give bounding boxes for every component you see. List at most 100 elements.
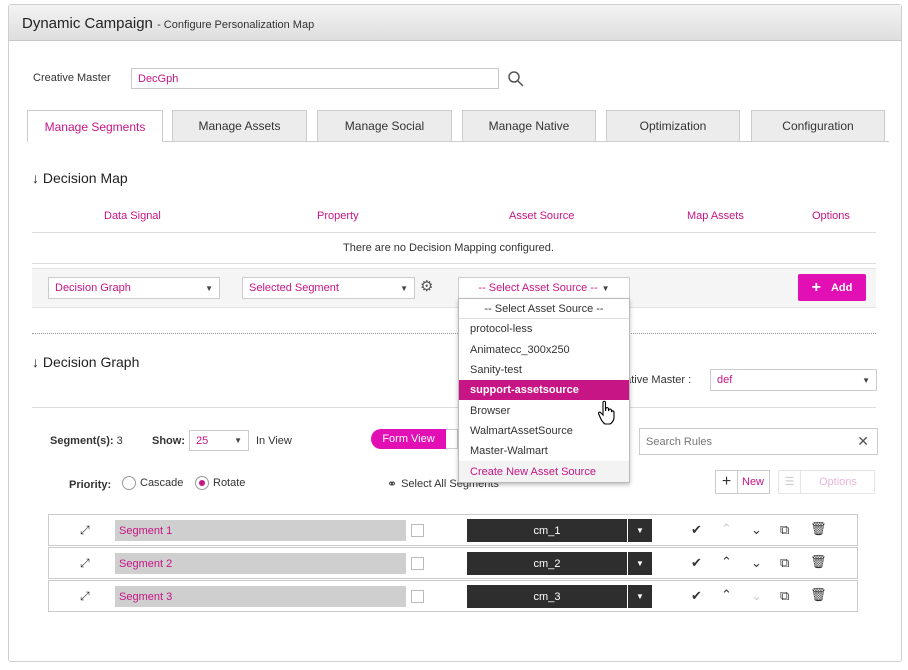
segment-checkbox[interactable] xyxy=(411,524,424,537)
copy-icon[interactable]: ⧉ xyxy=(780,522,789,538)
table-row: ⤢ Segment 3 cm_3 ▼ ✔ ⌃ ⌄ ⧉ 🗑 xyxy=(48,580,858,612)
cm-select[interactable]: cm_2 xyxy=(467,552,627,575)
chevron-down-icon[interactable]: ⌄ xyxy=(751,522,762,538)
decision-graph-heading: ↓ Decision Graph xyxy=(32,354,139,370)
data-signal-value: Decision Graph xyxy=(55,282,131,294)
check-icon[interactable]: ✔ xyxy=(691,522,702,538)
cascade-radio[interactable] xyxy=(122,476,136,490)
page-title: Dynamic Campaign - Configure Personaliza… xyxy=(22,15,314,32)
segments-label: Segment(s): xyxy=(50,435,114,447)
segment-checkbox[interactable] xyxy=(411,557,424,570)
dropdown-option[interactable]: Master-Walmart xyxy=(459,441,629,461)
segment-name-field[interactable]: Segment 2 xyxy=(115,553,406,574)
trash-icon[interactable]: 🗑 xyxy=(810,554,827,570)
cm-select[interactable]: cm_1 xyxy=(467,519,627,542)
check-icon[interactable]: ✔ xyxy=(691,555,702,571)
divider xyxy=(32,263,876,264)
dropdown-option[interactable]: protocol-less xyxy=(459,319,629,339)
arrow-down-icon: ↓ xyxy=(32,354,39,370)
rotate-radio[interactable] xyxy=(195,476,209,490)
copy-icon[interactable]: ⧉ xyxy=(780,555,789,571)
cascade-radio-group[interactable]: Cascade xyxy=(122,476,183,490)
plus-icon: + xyxy=(811,278,821,296)
tab-manage-segments[interactable]: Manage Segments xyxy=(27,110,163,142)
cm-select[interactable]: cm_3 xyxy=(467,585,627,608)
create-asset-source-option[interactable]: Create New Asset Source xyxy=(459,461,629,482)
segments-count-label: Segment(s): 3 xyxy=(50,435,123,447)
trash-icon[interactable]: 🗑 xyxy=(810,587,827,603)
search-rules-input[interactable] xyxy=(646,435,826,448)
tab-optimization[interactable]: Optimization xyxy=(606,110,740,141)
graph-view-button[interactable] xyxy=(446,429,458,449)
creative-master-input[interactable]: DecGph xyxy=(131,68,499,89)
column-asset-source: Asset Source xyxy=(509,210,575,222)
add-mapping-button[interactable]: + Add xyxy=(798,274,866,301)
new-rule-button[interactable]: + New xyxy=(715,470,770,494)
data-signal-select[interactable]: Decision Graph ▼ xyxy=(48,277,220,299)
copy-icon[interactable]: ⧉ xyxy=(780,588,789,604)
divider xyxy=(32,407,876,408)
dropdown-option[interactable]: Sanity-test xyxy=(459,360,629,380)
show-count-value: 25 xyxy=(196,434,209,447)
graph-creative-master-select[interactable]: def ▼ xyxy=(710,369,877,391)
expand-icon[interactable]: ⤢ xyxy=(80,523,90,538)
rotate-label: Rotate xyxy=(213,477,246,489)
tab-manage-social[interactable]: Manage Social xyxy=(317,110,452,141)
tab-manage-native[interactable]: Manage Native xyxy=(462,110,596,141)
section-separator xyxy=(32,333,876,334)
chevron-up-icon[interactable]: ⌃ xyxy=(721,587,732,603)
rotate-radio-group[interactable]: Rotate xyxy=(195,476,245,490)
caret-down-icon[interactable]: ▼ xyxy=(628,585,652,608)
decision-map-title: Decision Map xyxy=(42,170,128,186)
column-data-signal: Data Signal xyxy=(104,210,161,222)
chevron-up-icon: ⌃ xyxy=(721,521,732,536)
property-select[interactable]: Selected Segment ▼ xyxy=(242,277,415,299)
close-icon[interactable]: ✕ xyxy=(857,433,869,450)
expand-icon[interactable]: ⤢ xyxy=(80,556,90,571)
caret-down-icon[interactable]: ▼ xyxy=(628,552,652,575)
asset-source-dropdown: -- Select Asset Source -- protocol-less … xyxy=(458,298,630,483)
search-rules-box[interactable]: ✕ xyxy=(639,428,878,455)
asset-source-value: -- Select Asset Source -- xyxy=(478,282,598,294)
tab-configuration[interactable]: Configuration xyxy=(751,110,885,141)
show-label: Show: xyxy=(152,435,185,447)
gear-icon[interactable]: ⚙ xyxy=(420,279,436,295)
hand-cursor-icon xyxy=(597,400,617,426)
show-count-select[interactable]: 25 ▼ xyxy=(189,430,249,451)
segment-checkbox[interactable] xyxy=(411,590,424,603)
dropdown-option[interactable]: Animatecc_300x250 xyxy=(459,340,629,360)
chevron-down-icon: ⌄ xyxy=(751,588,762,603)
chevron-up-icon[interactable]: ⌃ xyxy=(721,554,732,570)
segment-name-field[interactable]: Segment 3 xyxy=(115,586,406,607)
plus-icon: + xyxy=(716,471,738,493)
check-icon[interactable]: ✔ xyxy=(691,588,702,604)
options-button[interactable]: ☰ Options xyxy=(778,470,875,494)
dropdown-option-highlighted[interactable]: support-assetsource xyxy=(459,380,629,401)
toggle-icon: ⚭ xyxy=(387,477,398,491)
caret-down-icon: ▼ xyxy=(601,283,610,293)
decision-map-heading: ↓ Decision Map xyxy=(32,170,128,186)
search-icon[interactable] xyxy=(507,70,525,88)
chevron-down-icon[interactable]: ⌄ xyxy=(751,555,762,571)
table-row: ⤢ Segment 1 cm_1 ▼ ✔ ⌃ ⌄ ⧉ 🗑 xyxy=(48,514,858,546)
column-property: Property xyxy=(317,210,359,222)
empty-mapping-message: There are no Decision Mapping configured… xyxy=(343,242,554,254)
form-view-button[interactable]: Form View xyxy=(371,429,446,449)
caret-down-icon: ▼ xyxy=(205,283,213,293)
options-label: Options xyxy=(819,476,857,488)
segments-count: 3 xyxy=(116,435,123,447)
list-icon: ☰ xyxy=(779,471,801,493)
expand-icon[interactable]: ⤢ xyxy=(80,589,90,604)
new-label: New xyxy=(742,476,765,488)
page-subtitle: - Configure Personalization Map xyxy=(157,19,315,31)
dropdown-option[interactable]: -- Select Asset Source -- xyxy=(459,299,629,320)
cascade-label: Cascade xyxy=(140,477,184,489)
property-value: Selected Segment xyxy=(249,282,339,294)
graph-creative-master-value: def xyxy=(717,374,733,386)
segment-name-field[interactable]: Segment 1 xyxy=(115,520,406,541)
decision-graph-title: Decision Graph xyxy=(42,354,140,370)
asset-source-select[interactable]: -- Select Asset Source -- ▼ xyxy=(458,277,630,299)
caret-down-icon[interactable]: ▼ xyxy=(628,519,652,542)
tab-manage-assets[interactable]: Manage Assets xyxy=(172,110,307,141)
trash-icon[interactable]: 🗑 xyxy=(810,521,827,537)
